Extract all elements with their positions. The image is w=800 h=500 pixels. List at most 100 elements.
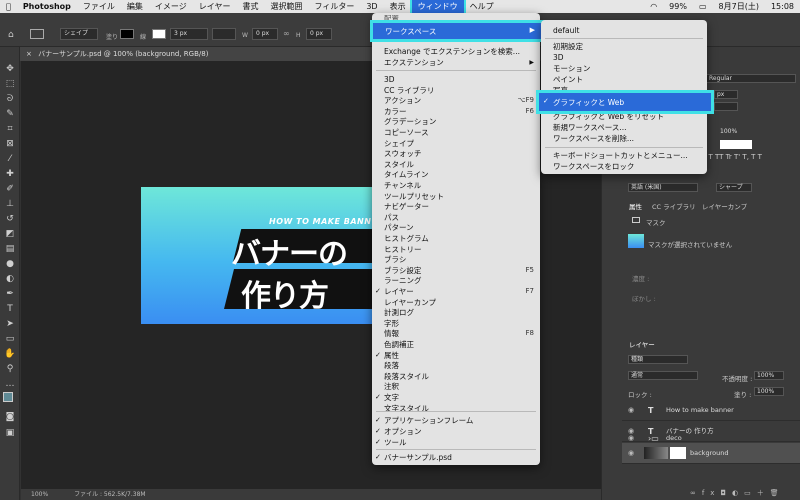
workspace-essentials[interactable]: 初期設定: [541, 41, 707, 52]
zoom-tool-icon[interactable]: ⚲: [4, 363, 16, 375]
marquee-tool-icon[interactable]: ⬚: [4, 78, 16, 90]
workspace-new[interactable]: 新規ワークスペース...: [541, 122, 707, 133]
layer-name[interactable]: How to make banner: [666, 400, 734, 421]
menubar-date[interactable]: 8月7日(土): [713, 0, 765, 13]
window-menu-item[interactable]: 情報 F8: [372, 328, 540, 339]
layer-name[interactable]: background: [690, 443, 728, 464]
menu-item-workspace[interactable]: ワークスペース ▶: [370, 20, 548, 42]
frame-tool-icon[interactable]: ⊠: [4, 138, 16, 150]
window-menu-item[interactable]: タイムライン: [372, 169, 540, 180]
window-menu-item[interactable]: パス: [372, 212, 540, 223]
window-menu-item[interactable]: スウォッチ: [372, 148, 540, 159]
history-brush-tool-icon[interactable]: ↺: [4, 213, 16, 225]
window-menu-item[interactable]: ✓ ツール: [372, 437, 540, 448]
window-menu-item[interactable]: 段落スタイル: [372, 371, 540, 382]
pen-tool-icon[interactable]: ✒: [4, 288, 16, 300]
menu-item-exchange[interactable]: Exchange でエクステンションを検索...: [372, 46, 540, 57]
anti-alias-select[interactable]: シャープ: [716, 183, 752, 192]
menu-item-document[interactable]: ✓ バナーサンプル.psd: [372, 452, 540, 463]
rectangle-tool-icon[interactable]: ▭: [4, 333, 16, 345]
battery-percent[interactable]: 99%: [663, 0, 693, 13]
screen-mode-icon[interactable]: ▣: [4, 427, 16, 439]
window-menu-item[interactable]: ✓ 文字: [372, 392, 540, 403]
menu-edit[interactable]: 編集: [121, 0, 149, 13]
tracking-field[interactable]: 100%: [718, 128, 748, 137]
foreground-color-swatch[interactable]: [3, 392, 13, 402]
workspace-3d[interactable]: 3D: [541, 52, 707, 63]
clone-stamp-tool-icon[interactable]: ⊥: [4, 198, 16, 210]
window-menu-item[interactable]: カラー F6: [372, 106, 540, 117]
menu-item-extension[interactable]: エクステンション ▶: [372, 57, 540, 68]
menu-image[interactable]: イメージ: [149, 0, 193, 13]
window-menu-item[interactable]: ✓ 属性: [372, 350, 540, 361]
workspace-graphic-web[interactable]: ✓ グラフィックと Web: [536, 90, 714, 114]
quick-mask-icon[interactable]: ◙: [4, 411, 16, 423]
menu-file[interactable]: ファイル: [77, 0, 121, 13]
window-menu-item[interactable]: ✓ レイヤー F7: [372, 286, 540, 297]
window-menu-item[interactable]: ツールプリセット: [372, 191, 540, 202]
window-menu-item[interactable]: 色調補正: [372, 339, 540, 350]
window-menu-item[interactable]: ナビゲーター: [372, 201, 540, 212]
fill-swatch[interactable]: [120, 29, 134, 39]
eyedropper-tool-icon[interactable]: ⁄: [4, 153, 16, 165]
window-menu-item[interactable]: コピーソース: [372, 127, 540, 138]
menubar-time[interactable]: 15:08: [765, 0, 800, 13]
window-menu-item[interactable]: アクション ⌥F9: [372, 95, 540, 106]
window-menu-item[interactable]: パターン: [372, 222, 540, 233]
shape-mode-select[interactable]: シェイプ: [60, 28, 98, 40]
type-tool-icon[interactable]: T: [4, 303, 16, 315]
window-menu-item[interactable]: ブラシ: [372, 254, 540, 265]
language-select[interactable]: 英語 (米国): [628, 183, 698, 192]
window-menu-item[interactable]: ✓ アプリケーションフレーム: [372, 415, 540, 426]
window-menu-item[interactable]: 計測ログ: [372, 307, 540, 318]
tool-preset-icon[interactable]: [30, 29, 44, 39]
eye-icon[interactable]: ◉: [628, 443, 634, 464]
layer-kind-filter[interactable]: 種類: [628, 355, 688, 364]
quick-select-tool-icon[interactable]: ✎: [4, 108, 16, 120]
document-tab[interactable]: × バナーサンプル.psd @ 100% (background, RGB/8): [20, 47, 420, 61]
dodge-tool-icon[interactable]: ◐: [4, 273, 16, 285]
crop-tool-icon[interactable]: ⌗: [4, 123, 16, 135]
menu-window[interactable]: ウィンドウ: [409, 0, 466, 15]
gradient-tool-icon[interactable]: ▤: [4, 243, 16, 255]
window-menu-item[interactable]: ブラシ設定 F5: [372, 265, 540, 276]
apple-menu-icon[interactable]: : [0, 0, 17, 13]
layer-panel-footer-icons[interactable]: ∞fx◘◐▭＋🗑: [690, 488, 785, 498]
tab-properties[interactable]: 属性: [629, 201, 642, 211]
healing-tool-icon[interactable]: ✚: [4, 168, 16, 180]
workspace-default[interactable]: default: [541, 25, 707, 36]
eraser-tool-icon[interactable]: ◩: [4, 228, 16, 240]
close-tab-icon[interactable]: ×: [26, 50, 32, 58]
window-menu-item[interactable]: ✓ オプション: [372, 426, 540, 437]
window-menu-item[interactable]: 注釈: [372, 381, 540, 392]
layer-row-selected[interactable]: ◉ background: [622, 443, 800, 464]
workspace-delete[interactable]: ワークスペースを削除...: [541, 133, 707, 144]
move-tool-icon[interactable]: ✥: [4, 63, 16, 75]
workspace-shortcuts[interactable]: キーボードショートカットとメニュー...: [541, 150, 707, 161]
blur-tool-icon[interactable]: ●: [4, 258, 16, 270]
menu-view[interactable]: 表示: [384, 0, 412, 13]
stroke-size-input[interactable]: 3 px: [170, 28, 208, 40]
window-menu-item[interactable]: スタイル: [372, 159, 540, 170]
tab-layer-comps[interactable]: レイヤーカンプ: [702, 201, 747, 211]
blend-mode-select[interactable]: 通常: [628, 371, 698, 380]
brush-tool-icon[interactable]: ✐: [4, 183, 16, 195]
lasso-tool-icon[interactable]: ᘐ: [4, 93, 16, 105]
window-menu-item[interactable]: 3D: [372, 74, 540, 85]
file-size[interactable]: ファイル : 562.5K/7.38M: [74, 491, 146, 498]
menu-photoshop[interactable]: Photoshop: [17, 0, 77, 13]
tab-cc-libraries[interactable]: CC ライブラリ: [652, 201, 696, 211]
font-size-field[interactable]: px: [714, 90, 738, 99]
workspace-motion[interactable]: モーション: [541, 63, 707, 74]
window-menu-item[interactable]: ヒストグラム: [372, 233, 540, 244]
hand-tool-icon[interactable]: ✋: [4, 348, 16, 360]
tab-layers[interactable]: レイヤー: [629, 339, 655, 349]
opacity-field[interactable]: 100%: [754, 371, 784, 380]
window-menu-item[interactable]: 段落: [372, 360, 540, 371]
menu-3d[interactable]: 3D: [360, 0, 383, 13]
menu-type[interactable]: 書式: [236, 0, 264, 13]
window-menu-item[interactable]: ヒストリー: [372, 244, 540, 255]
leading-field[interactable]: [714, 102, 738, 111]
workspace-lock[interactable]: ワークスペースをロック: [541, 161, 707, 172]
window-menu-item[interactable]: ラーニング: [372, 275, 540, 286]
